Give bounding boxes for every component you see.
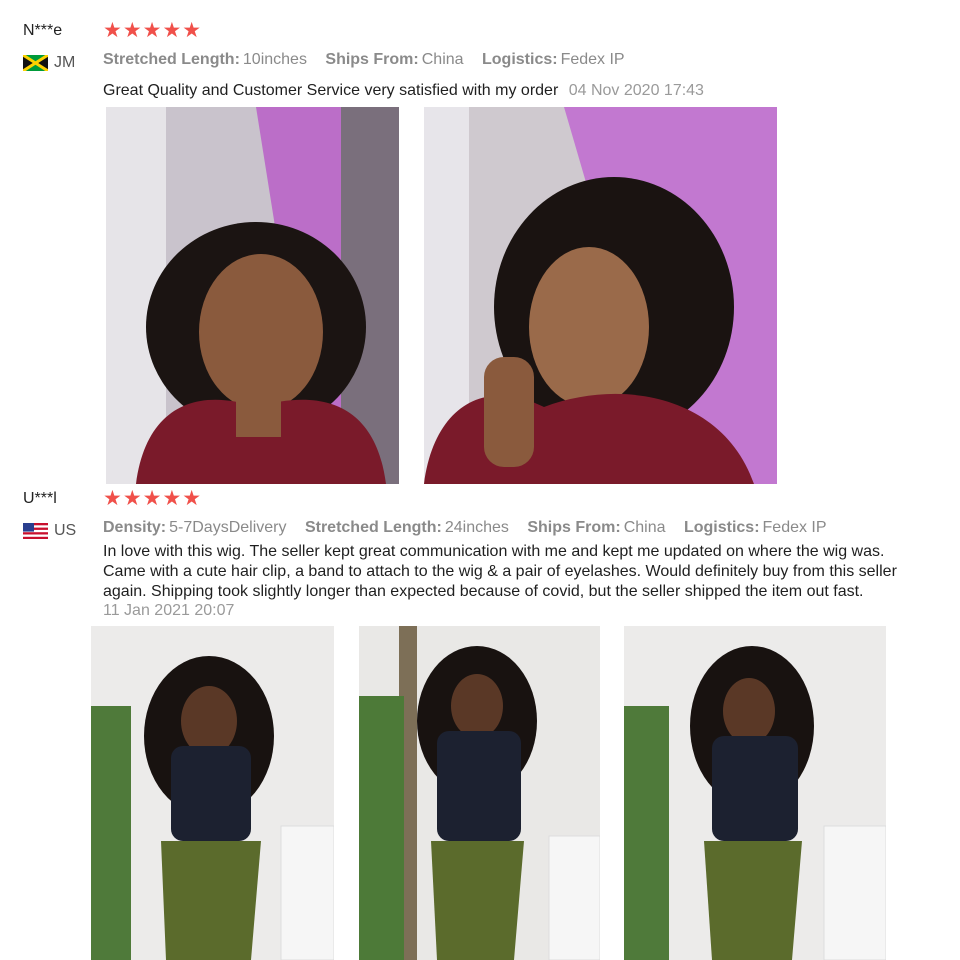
review-photo[interactable]: [91, 626, 334, 960]
review-text: Great Quality and Customer Service very …: [103, 82, 559, 99]
attr-value: Fedex IP: [560, 51, 625, 68]
attr-key: Logistics:: [482, 51, 558, 68]
attr-key: Logistics:: [683, 519, 760, 536]
review-text-line: In love with this wig. The seller kept g…: [103, 543, 885, 560]
reviewer-country: JM: [23, 54, 75, 72]
review-photo[interactable]: [624, 626, 886, 960]
attr-key: Stretched Length:: [304, 519, 442, 536]
review-text: In love with this wig. The seller kept g…: [103, 542, 948, 602]
reviewer-country: US: [23, 522, 76, 540]
review-date: 04 Nov 2020 17:43: [568, 82, 704, 99]
reviewer-name: N***e: [23, 22, 63, 39]
star-rating: ★★★★★: [103, 19, 203, 42]
review-text-line: again. Shipping took slightly longer tha…: [103, 583, 864, 600]
review-photo[interactable]: [359, 626, 600, 960]
attr-key: Density:: [103, 519, 167, 536]
review-photo[interactable]: [106, 107, 399, 484]
attr-key: Ships From:: [527, 519, 621, 536]
attr-value: China: [421, 51, 464, 68]
attr-value: 5-7DaysDelivery: [169, 519, 287, 536]
review-text-row: Great Quality and Customer Service very …: [103, 81, 704, 101]
jamaica-flag-icon: [23, 55, 48, 71]
attr-value: 24inches: [444, 519, 509, 536]
reviewer-name: U***l: [23, 490, 57, 507]
star-rating: ★★★★★: [103, 487, 203, 510]
attr-value: 10inches: [242, 51, 307, 68]
us-flag-icon: [23, 523, 48, 539]
review-text-line: Came with a cute hair clip, a band to at…: [103, 563, 897, 580]
review-date: 11 Jan 2021 20:07: [103, 602, 235, 619]
attr-value: Fedex IP: [762, 519, 827, 536]
attr-key: Stretched Length:: [103, 51, 240, 68]
review-attributes: Stretched Length: 10inches Ships From: Chi…: [103, 51, 625, 69]
country-code: JM: [54, 54, 76, 71]
attr-key: Ships From:: [325, 51, 419, 68]
review-photo[interactable]: [424, 107, 777, 484]
attr-value: China: [623, 519, 666, 536]
review-attributes: Density: 5-7DaysDelivery Stretched Length…: [103, 519, 827, 537]
country-code: US: [54, 522, 77, 539]
